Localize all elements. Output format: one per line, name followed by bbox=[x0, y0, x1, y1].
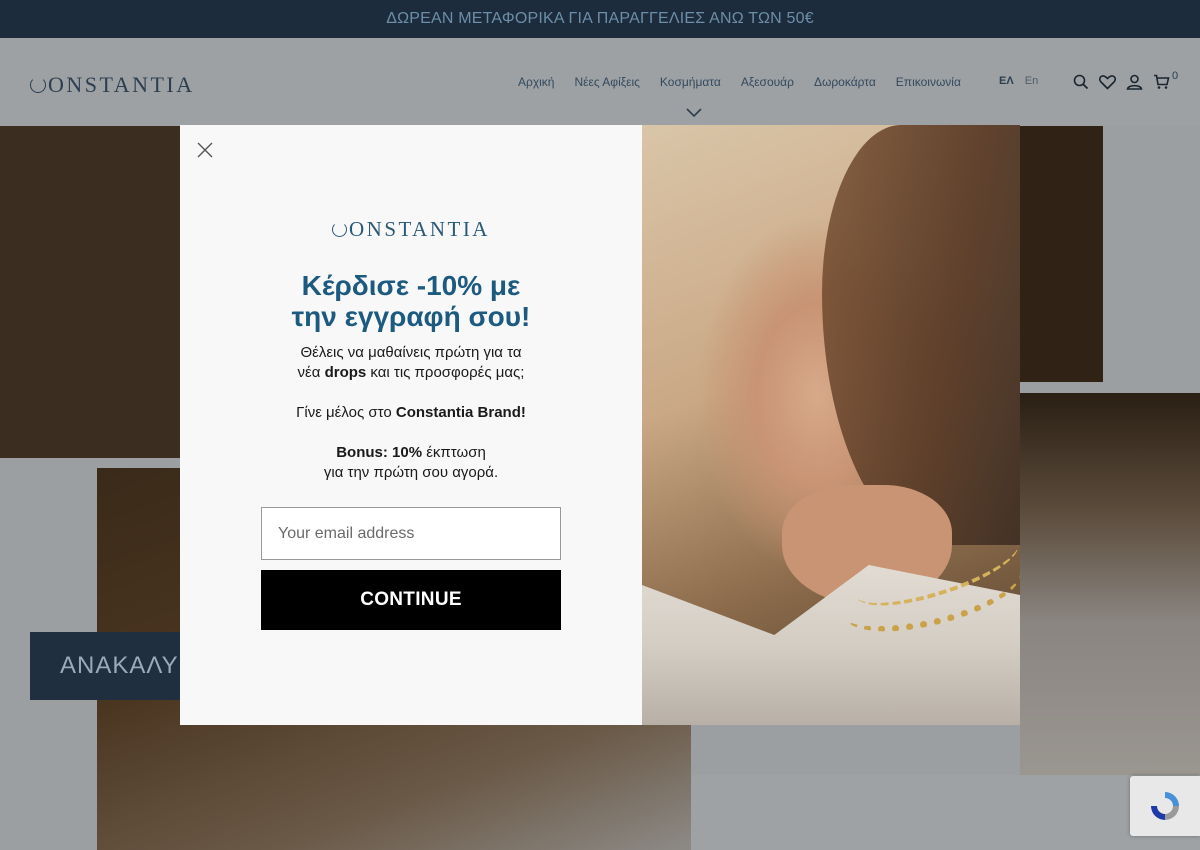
logo-ring-icon bbox=[30, 77, 46, 93]
body-text: νέα bbox=[297, 364, 325, 381]
chevron-down-icon[interactable] bbox=[686, 108, 702, 118]
body-line: νέα drops και τις προσφορές μας; bbox=[180, 363, 642, 383]
photo-hair-shape bbox=[822, 125, 1020, 545]
newsletter-modal: ONSTANTIA Κέρδισε -10% με την εγγραφή σο… bbox=[180, 125, 1020, 725]
recaptcha-badge[interactable] bbox=[1130, 776, 1200, 836]
nav-item-jewelry[interactable]: Κοσμήματα bbox=[660, 75, 721, 89]
header-icons bbox=[1073, 74, 1170, 90]
site-header: ONSTANTIA Αρχική Νέες Αφίξεις Κοσμήματα … bbox=[0, 38, 1200, 126]
site-logo-text: ONSTANTIA bbox=[48, 72, 195, 97]
model-photo bbox=[642, 125, 1020, 725]
modal-headline: Κέρδισε -10% με την εγγραφή σου! bbox=[180, 270, 642, 332]
body-bold: Constantia Brand! bbox=[395, 404, 526, 421]
site-logo[interactable]: ONSTANTIA bbox=[30, 72, 195, 98]
body-bold: Bonus: 10% bbox=[336, 444, 423, 461]
body-text: και τις προσφορές μας; bbox=[366, 364, 525, 381]
body-line: Θέλεις να μαθαίνεις πρώτη για τα bbox=[300, 344, 522, 361]
modal-body-text: Θέλεις να μαθαίνεις πρώτη για τα νέα dro… bbox=[180, 343, 642, 483]
announcement-bar: ΔΩΡΕΑΝ ΜΕΤΑΦΟΡΙΚΑ ΓΙΑ ΠΑΡΑΓΓΕΛΙΕΣ ΑΝΩ ΤΩ… bbox=[0, 0, 1200, 38]
headline-line-1: Κέρδισε -10% με bbox=[301, 270, 521, 301]
body-line: Γίνε μέλος στο Constantia Brand! bbox=[180, 403, 642, 423]
body-line: Bonus: 10% έκπτωση bbox=[180, 443, 642, 463]
hero-image-tile bbox=[0, 126, 180, 458]
nav-item-contact[interactable]: Επικοινωνία bbox=[896, 75, 961, 89]
nav-item-new-arrivals[interactable]: Νέες Αφίξεις bbox=[574, 75, 639, 89]
modal-logo: ONSTANTIA bbox=[180, 217, 642, 242]
hero-image-tile bbox=[1020, 126, 1103, 382]
headline-line-2: την εγγραφή σου! bbox=[291, 301, 531, 332]
nav-item-giftcard[interactable]: Δωροκάρτα bbox=[814, 75, 876, 89]
body-line: για την πρώτη σου αγορά. bbox=[323, 464, 499, 481]
user-icon[interactable] bbox=[1126, 74, 1143, 90]
announcement-text: ΔΩΡΕΑΝ ΜΕΤΑΦΟΡΙΚΑ ΓΙΑ ΠΑΡΑΓΓΕΛΙΕΣ ΑΝΩ ΤΩ… bbox=[386, 10, 814, 27]
recaptcha-icon bbox=[1151, 792, 1179, 820]
nav-item-home[interactable]: Αρχική bbox=[518, 75, 554, 89]
body-text: Γίνε μέλος στο bbox=[296, 404, 396, 421]
modal-form-panel: ONSTANTIA Κέρδισε -10% με την εγγραφή σο… bbox=[180, 125, 642, 725]
lang-en[interactable]: En bbox=[1025, 75, 1038, 87]
main-nav: Αρχική Νέες Αφίξεις Κοσμήματα Αξεσουάρ Δ… bbox=[518, 75, 961, 89]
close-icon[interactable] bbox=[197, 142, 213, 158]
cart-count-badge: 0 bbox=[1172, 70, 1179, 82]
modal-logo-text: ONSTANTIA bbox=[349, 217, 490, 241]
hero-panel bbox=[691, 775, 1200, 850]
heart-icon[interactable] bbox=[1099, 74, 1116, 90]
continue-button[interactable]: CONTINUE bbox=[261, 570, 561, 630]
nav-item-accessories[interactable]: Αξεσουάρ bbox=[741, 75, 794, 89]
discover-button-label: ΑΝΑΚΑΛΥ bbox=[60, 652, 179, 679]
search-icon[interactable] bbox=[1073, 74, 1089, 90]
body-text: έκπτωση bbox=[422, 444, 486, 461]
body-bold: drops bbox=[324, 364, 367, 381]
email-field[interactable] bbox=[261, 507, 561, 560]
lang-el[interactable]: ΕΛ bbox=[999, 75, 1014, 87]
hero-image-tile bbox=[1020, 393, 1200, 775]
language-switcher: ΕΛ En bbox=[999, 75, 1038, 87]
cart-icon[interactable] bbox=[1153, 74, 1170, 90]
logo-ring-icon bbox=[332, 222, 347, 237]
